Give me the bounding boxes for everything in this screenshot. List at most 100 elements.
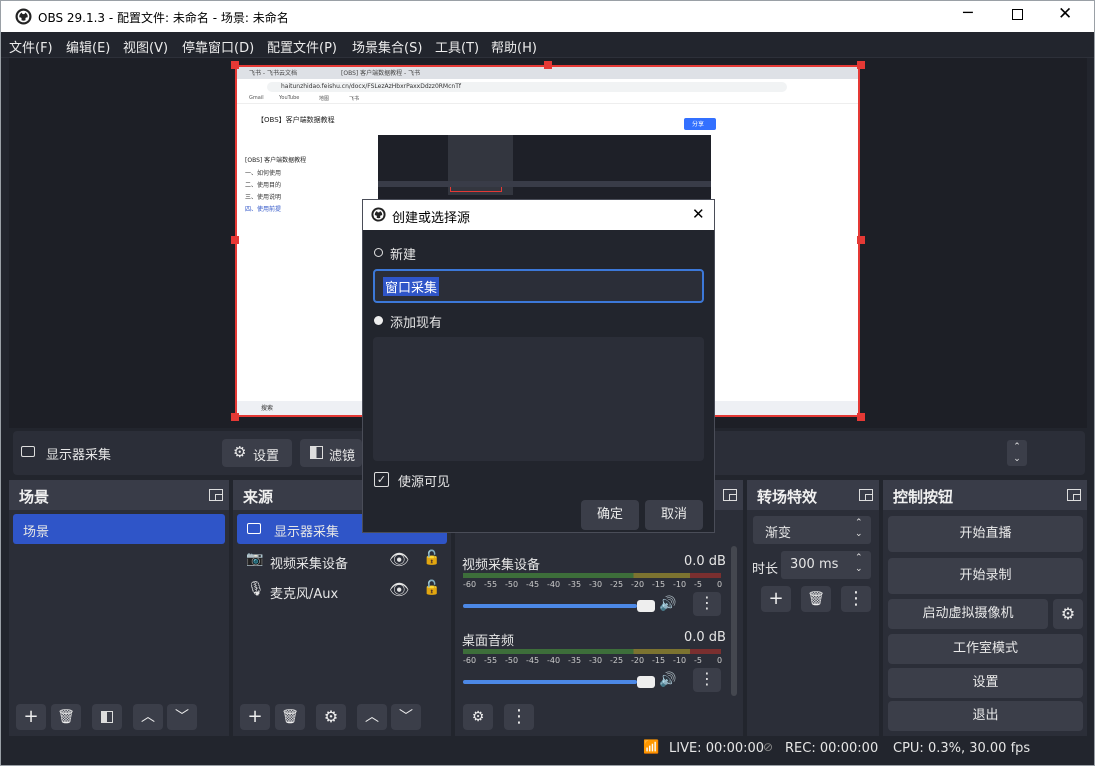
new-radio[interactable] [374,248,383,257]
capture-outline-3: 三、使用说明 [245,194,282,201]
close-icon[interactable]: ✕ [1058,4,1072,24]
remove-scene-button[interactable]: 🗑 [51,704,81,730]
volume-slider[interactable] [463,604,637,608]
window-title: OBS 29.1.3 - 配置文件: 未命名 - 场景: 未命名 [38,11,289,25]
remove-source-button[interactable]: 🗑 [275,704,305,730]
trash-icon: 🗑 [57,709,75,725]
source-name-input[interactable]: 窗口采集 [373,269,704,303]
source-item-video[interactable]: 📷 视频采集设备 👁 🔓 [237,546,447,576]
source-settings-button[interactable]: ⚙ 设置 [222,439,292,467]
record-status-icon: ⊘ [763,740,774,754]
dock-float-icon[interactable] [723,489,737,501]
volume-slider-handle[interactable] [637,676,655,688]
capture-url: haitunzhidao.feishu.cn/docx/FSLezAzHbxrP… [281,83,461,90]
eye-icon[interactable]: 👁 [389,550,409,569]
volume-slider-handle[interactable] [637,600,655,612]
dialog-close-icon[interactable]: ✕ [692,205,705,223]
minimize-icon[interactable]: ─ [963,3,973,22]
maximize-icon[interactable] [1012,9,1023,20]
scene-filters-button[interactable] [92,704,122,730]
dock-float-icon[interactable] [859,489,873,501]
dock-float-icon[interactable] [209,489,223,501]
menu-profile[interactable]: 配置文件(P) [267,37,337,56]
scene-up-button[interactable]: ︿ [133,704,163,730]
menu-tools[interactable]: 工具(T) [435,37,479,56]
channel-menu-button[interactable]: ⋮ [693,592,721,616]
new-label: 新建 [390,248,417,263]
trash-icon: 🗑 [281,709,299,725]
eye-icon[interactable]: 👁 [389,580,409,599]
transitions-dock: 转场特效 渐变 ⌃ ⌄ 时长 300 ms ⌃ ⌄ + 🗑 ⋮ [747,480,879,736]
volume-slider[interactable] [463,680,637,684]
start-virtual-camera-button[interactable]: 启动虚拟摄像机 [888,599,1048,629]
live-time: LIVE: 00:00:00 [669,741,765,756]
source-item-mic[interactable]: 🎙 麦克风/Aux 👁 🔓 [237,576,447,606]
add-scene-button[interactable]: + [16,704,46,730]
virtual-camera-settings-button[interactable]: ⚙ [1053,599,1083,629]
lock-icon[interactable]: 🔓 [423,550,440,566]
add-transition-button[interactable]: + [761,586,791,612]
cancel-button[interactable]: 取消 [645,500,703,530]
settings-button[interactable]: 设置 [888,668,1083,698]
sources-title: 来源 [243,488,274,506]
make-visible-checkbox[interactable]: ✓ [374,472,389,487]
spinner-icon: ⌃ ⌄ [855,518,863,539]
gear-icon: ⚙ [323,707,339,726]
add-existing-label: 添加现有 [390,316,443,331]
source-filters-button[interactable]: 滤镜 [300,439,362,467]
dock-float-icon[interactable] [1067,489,1081,501]
existing-sources-list[interactable] [373,337,704,461]
obs-window: OBS 29.1.3 - 配置文件: 未命名 - 场景: 未命名 ─ ✕ 文件(… [0,0,1095,766]
channel-menu-button[interactable]: ⋮ [693,668,721,692]
gears-icon: ⚙ [471,709,485,725]
stream-status-icon: 📶 [643,740,660,755]
mixer-scrollbar[interactable] [731,546,737,696]
make-visible-label: 使源可见 [398,475,451,490]
source-down-button[interactable]: ﹀ [391,704,421,730]
capture-doc-subtitle: [OBS] 客户端数据教程 [245,157,307,164]
selected-source-label: 显示器采集 [46,448,112,463]
mixer-channel-video: 视频采集设备 0.0 dB -60 -55 -50 -45 -40 -35 -30 -25 -2… [457,546,729,618]
add-source-button[interactable]: + [240,704,270,730]
start-recording-button[interactable]: 开始录制 [888,558,1083,594]
start-streaming-button[interactable]: 开始直播 [888,516,1083,552]
mixer-menu-button[interactable]: ⋮ [504,704,534,730]
transition-select[interactable]: 渐变 ⌃ ⌄ [753,516,871,544]
dialog-title-bar: 创建或选择源 ✕ [363,200,714,230]
menu-help[interactable]: 帮助(H) [491,37,537,56]
menu-file[interactable]: 文件(F) [9,37,53,56]
studio-mode-button[interactable]: 工作室模式 [888,634,1083,664]
transition-menu-button[interactable]: ⋮ [841,586,871,612]
ok-button[interactable]: 确定 [581,500,639,530]
camera-icon: 📷 [246,551,264,567]
filter-icon [101,711,113,723]
capture-share-button: 分享 [692,121,705,128]
controls-dock: 控制按钮 开始直播 开始录制 启动虚拟摄像机 ⚙ 工作室模式 设置 退出 [883,480,1087,736]
capture-outline-4: 四、使用前提 [245,206,282,213]
menu-docks[interactable]: 停靠窗口(D) [182,37,254,56]
advanced-audio-button[interactable]: ⚙ [463,704,493,730]
status-bar: 📶 LIVE: 00:00:00 ⊘ REC: 00:00:00 CPU: 0.… [9,738,1087,760]
capture-bookmark-4: 飞书 [349,96,360,102]
source-up-button[interactable]: ︿ [357,704,387,730]
remove-transition-button[interactable]: 🗑 [801,586,831,612]
menu-scene-collection[interactable]: 场景集合(S) [352,37,422,56]
menu-view[interactable]: 视图(V) [123,37,168,56]
duration-input[interactable]: 300 ms ⌃ ⌄ [781,551,871,579]
menu-edit[interactable]: 编辑(E) [66,37,110,56]
create-select-source-dialog: 创建或选择源 ✕ 新建 窗口采集 添加现有 ✓ 使源可见 确定 取消 [362,199,715,533]
capture-outline-2: 二、使用目的 [245,182,282,189]
scene-down-button[interactable]: ﹀ [167,704,197,730]
exit-button[interactable]: 退出 [888,701,1083,731]
scene-item[interactable]: 场景 [13,514,225,544]
source-properties-button[interactable]: ⚙ [316,704,346,730]
speaker-icon[interactable]: 🔊 [659,672,676,688]
meter-scale: -60 -55 -50 -45 -40 -35 -30 -25 -20 -15 -10 -5 0 [463,656,723,665]
gear-icon: ⚙ [1060,604,1076,623]
rec-time: REC: 00:00:00 [785,741,879,756]
lock-icon[interactable]: 🔓 [423,580,440,596]
source-dropdown-spinner[interactable]: ⌃ ⌄ [1007,440,1027,466]
speaker-icon[interactable]: 🔊 [659,596,676,612]
spinner-icon: ⌃ ⌄ [855,553,863,574]
add-existing-radio[interactable] [374,316,383,325]
